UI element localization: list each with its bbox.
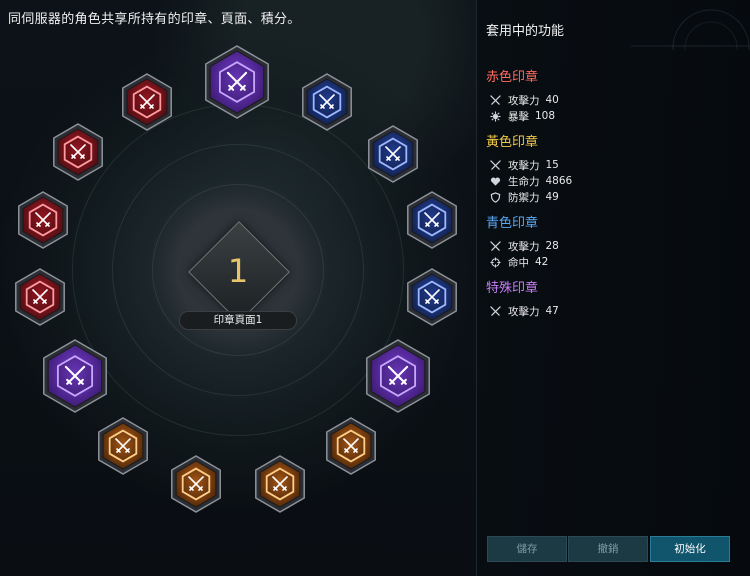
stat-name: 攻擊力 [508, 159, 540, 172]
stat-group: 特殊印章攻擊力 47 [486, 277, 559, 319]
stat-name: 暴擊 [508, 110, 529, 123]
slot-orange-3[interactable] [165, 453, 227, 515]
slot-right-purple[interactable] [359, 337, 437, 415]
stat-value: 108 [535, 110, 556, 122]
crossed-swords-icon [317, 92, 337, 112]
crossed-swords-icon [224, 69, 250, 95]
stat-value: 28 [545, 240, 559, 252]
applied-functions-panel: 套用中的功能 赤色印章 攻擊力 40 暴擊 108 黃色印章 攻擊力 15 生命力 4866 防禦力… [476, 0, 750, 576]
slot-blue-3[interactable] [401, 189, 463, 251]
stat-name: 攻擊力 [508, 94, 540, 107]
slot-blue-4[interactable] [401, 266, 463, 328]
stat-row: 防禦力 49 [486, 189, 572, 205]
crossed-swords-icon [30, 287, 50, 307]
heart-icon [489, 175, 501, 187]
save-button[interactable]: 儲存 [487, 536, 567, 562]
attack-icon [489, 159, 501, 171]
stat-row: 生命力 4866 [486, 173, 572, 189]
slot-left-purple[interactable] [36, 337, 114, 415]
slot-blue-2[interactable] [362, 123, 424, 185]
stat-value: 4866 [545, 175, 573, 187]
stat-name: 攻擊力 [508, 240, 540, 253]
crossed-swords-icon [33, 210, 53, 230]
stat-row: 攻擊力 40 [486, 92, 559, 108]
crossed-swords-icon [68, 142, 88, 162]
panel-decoration [631, 9, 750, 50]
stat-group-title: 赤色印章 [486, 70, 539, 85]
slot-blue-1[interactable] [296, 71, 358, 133]
target-icon [489, 256, 501, 268]
attack-icon [489, 240, 501, 252]
stat-value: 49 [545, 191, 559, 203]
crossed-swords-icon [422, 287, 442, 307]
stat-row: 攻擊力 47 [486, 303, 559, 319]
shield-icon [489, 191, 501, 203]
stat-value: 42 [535, 256, 549, 268]
crossed-swords-icon [341, 436, 361, 456]
crossed-swords-icon [113, 436, 133, 456]
stat-group: 青色印章攻擊力 28 命中 42 [486, 212, 559, 270]
slot-red-2[interactable] [12, 189, 74, 251]
stat-group-title: 特殊印章 [486, 281, 539, 296]
slot-orange-4[interactable] [92, 415, 154, 477]
stat-name: 生命力 [508, 175, 540, 188]
panel-title: 套用中的功能 [486, 24, 565, 39]
crossed-swords-icon [422, 210, 442, 230]
stat-row: 攻擊力 15 [486, 157, 572, 173]
reset-button[interactable]: 初始化 [650, 536, 730, 562]
slot-red-3[interactable] [47, 121, 109, 183]
share-description: 同伺服器的角色共享所持有的印章、頁面、積分。 [8, 12, 301, 27]
stat-name: 命中 [508, 256, 529, 269]
crossed-swords-icon [383, 144, 403, 164]
page-label[interactable]: 印章頁面1 [179, 311, 297, 330]
crossed-swords-icon [137, 92, 157, 112]
slot-red-1[interactable] [9, 266, 71, 328]
slot-top-purple[interactable] [198, 43, 276, 121]
crit-icon [489, 110, 501, 122]
stat-group: 赤色印章攻擊力 40 暴擊 108 [486, 66, 559, 124]
page-number: 1 [227, 252, 249, 290]
stat-group-title: 黃色印章 [486, 135, 539, 150]
attack-icon [489, 305, 501, 317]
slot-orange-1[interactable] [320, 415, 382, 477]
stat-value: 40 [545, 94, 559, 106]
stat-value: 15 [545, 159, 559, 171]
crossed-swords-icon [186, 474, 206, 494]
crossed-swords-icon [62, 363, 88, 389]
attack-icon [489, 94, 501, 106]
crossed-swords-icon [385, 363, 411, 389]
crossed-swords-icon [270, 474, 290, 494]
stat-group-title: 青色印章 [486, 216, 539, 231]
stat-name: 防禦力 [508, 191, 540, 204]
stat-row: 暴擊 108 [486, 108, 559, 124]
slot-red-4[interactable] [116, 71, 178, 133]
slot-orange-2[interactable] [249, 453, 311, 515]
stat-row: 攻擊力 28 [486, 238, 559, 254]
undo-button[interactable]: 撤銷 [568, 536, 648, 562]
stat-row: 命中 42 [486, 254, 559, 270]
stat-name: 攻擊力 [508, 305, 540, 318]
stat-group: 黃色印章攻擊力 15 生命力 4866 防禦力 49 [486, 131, 572, 205]
stat-value: 47 [545, 305, 559, 317]
